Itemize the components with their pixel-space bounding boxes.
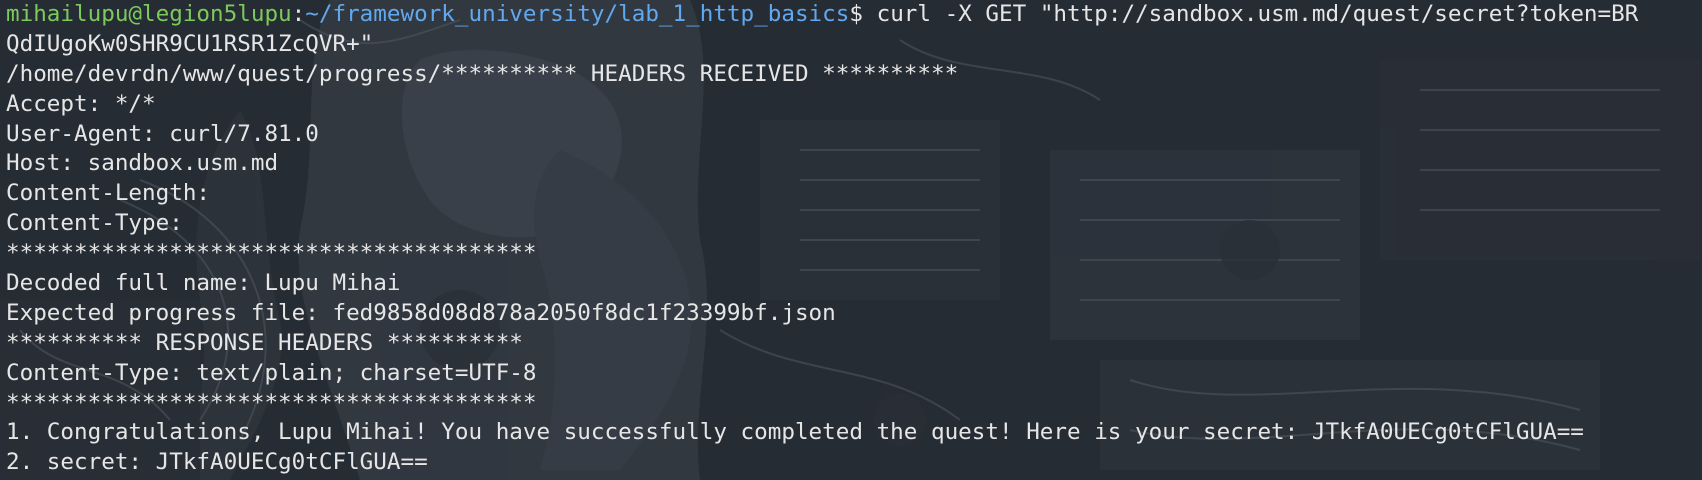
output-line: Content-Type:: [6, 210, 183, 237]
prompt-symbol: $: [849, 1, 877, 27]
output-line: ***************************************: [6, 389, 537, 416]
output-line: ***************************************: [6, 240, 537, 267]
output-line: 1. Congratulations, Lupu Mihai! You have…: [6, 419, 1584, 446]
output-line: QdIUgoKw0SHR9CU1RSR1ZcQVR+": [6, 30, 374, 57]
output-line: 2. secret: JTkfA0UECg0tCFlGUA==: [6, 449, 428, 476]
output-line: Content-Type: text/plain; charset=UTF-8: [6, 359, 537, 386]
output-line: Expected progress file: fed9858d08d878a2…: [6, 299, 836, 326]
output-line: Content-Length:: [6, 180, 211, 207]
prompt-line: mihailupu@legion5lupu:~/framework_univer…: [6, 0, 1702, 30]
output-line: /home/devrdn/www/quest/progress/********…: [6, 60, 959, 87]
output-line: ********** RESPONSE HEADERS **********: [6, 329, 523, 356]
prompt-separator: :: [291, 1, 306, 27]
output-line: Host: sandbox.usm.md: [6, 150, 279, 177]
prompt-path: ~/framework_university/lab_1_http_basics: [305, 1, 850, 27]
output-line: Accept: */*: [6, 90, 156, 117]
terminal-window[interactable]: mihailupu@legion5lupu:~/framework_univer…: [0, 0, 1702, 480]
terminal-output[interactable]: mihailupu@legion5lupu:~/framework_univer…: [6, 0, 1702, 478]
prompt-user-host: mihailupu@legion5lupu: [6, 1, 292, 27]
prompt-command: curl -X GET "http://sandbox.usm.md/quest…: [876, 1, 1639, 27]
output-line: Decoded full name: Lupu Mihai: [6, 270, 401, 297]
output-line: User-Agent: curl/7.81.0: [6, 120, 319, 147]
